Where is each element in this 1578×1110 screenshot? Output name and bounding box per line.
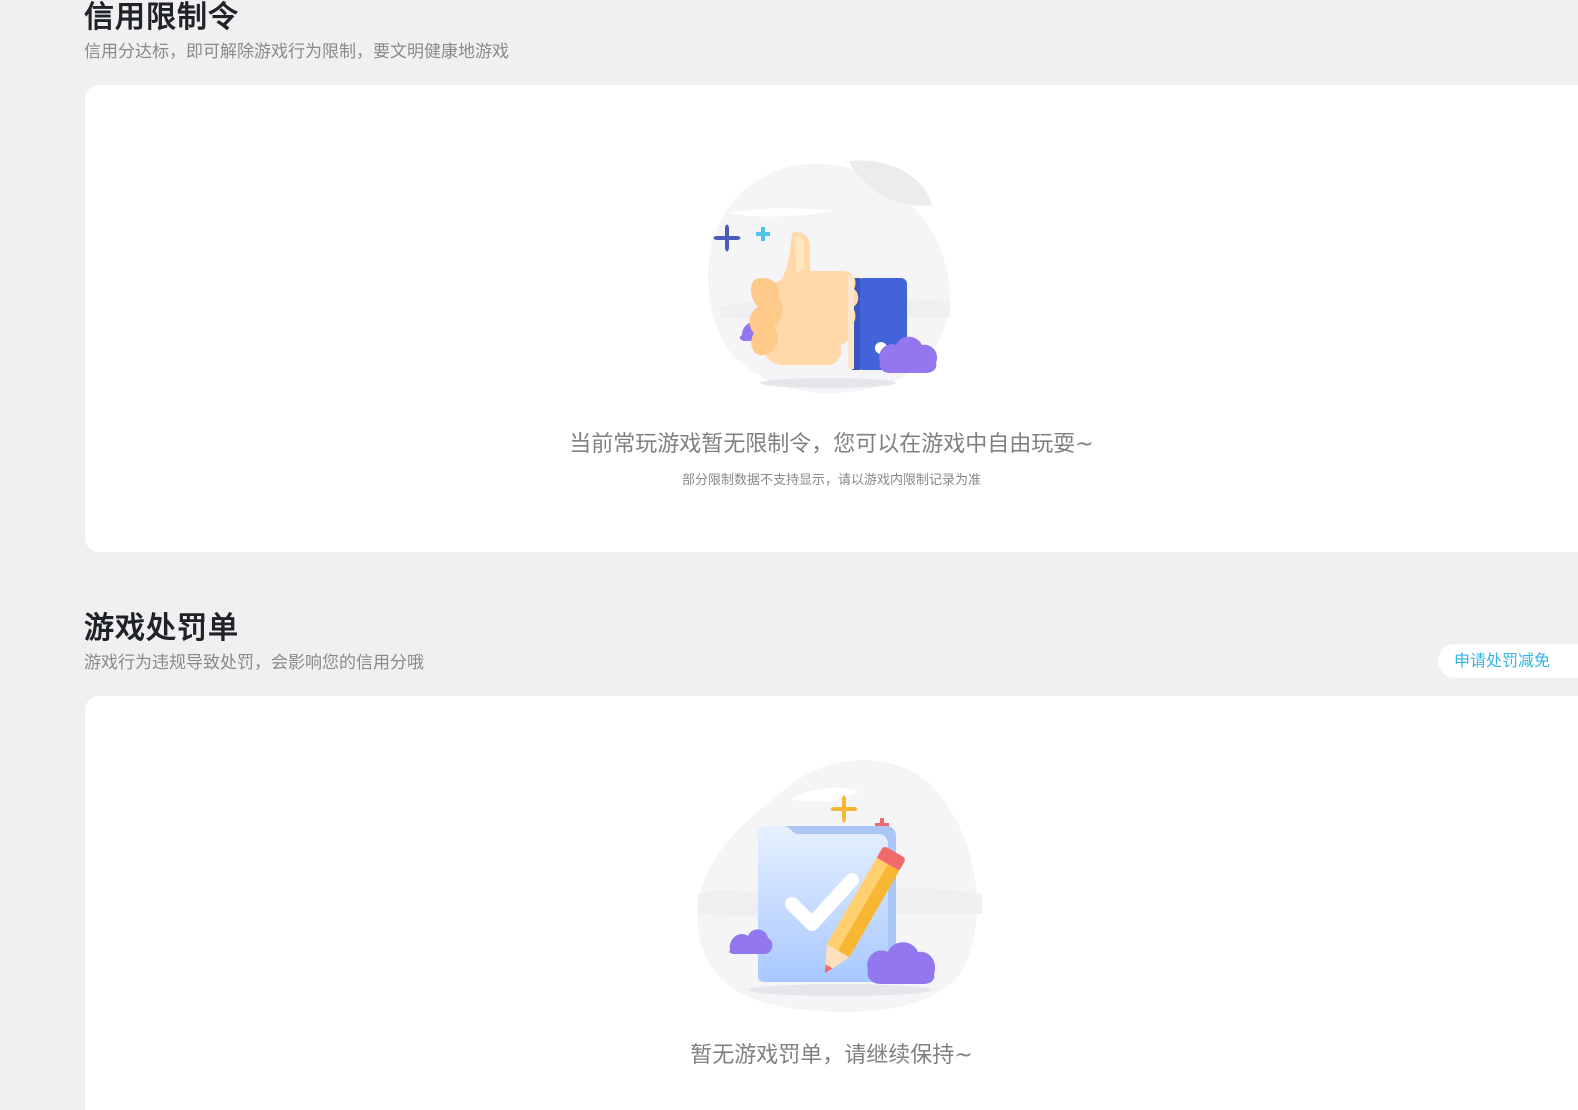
restriction-card: 当前常玩游戏暂无限制令，您可以在游戏中自由玩耍~ 部分限制数据不支持显示，请以游… (85, 85, 1578, 552)
restriction-section-title: 信用限制令 (84, 0, 239, 35)
penalty-empty-message: 暂无游戏罚单，请继续保持~ (690, 1043, 973, 1068)
thumbs-up-icon (708, 160, 950, 394)
apply-penalty-reduction-button[interactable]: 申请处罚减免 (1438, 644, 1578, 678)
credit-page: 信用限制令 信用分达标，即可解除游戏行为限制，要文明健康地游戏 当前常玩游戏暂无… (0, 0, 1578, 1110)
restriction-empty-message: 当前常玩游戏暂无限制令，您可以在游戏中自由玩耍~ (569, 432, 1094, 457)
restriction-section-subtitle: 信用分达标，即可解除游戏行为限制，要文明健康地游戏 (84, 42, 509, 62)
penalty-section-subtitle: 游戏行为违规导致处罚，会影响您的信用分哦 (84, 653, 424, 673)
penalty-section-title: 游戏处罚单 (84, 611, 239, 646)
penalty-card: 暂无游戏罚单，请继续保持~ (85, 696, 1578, 1110)
checked-document-pencil-icon (697, 760, 982, 1013)
restriction-data-note: 部分限制数据不支持显示，请以游戏内限制记录为准 (681, 473, 981, 488)
